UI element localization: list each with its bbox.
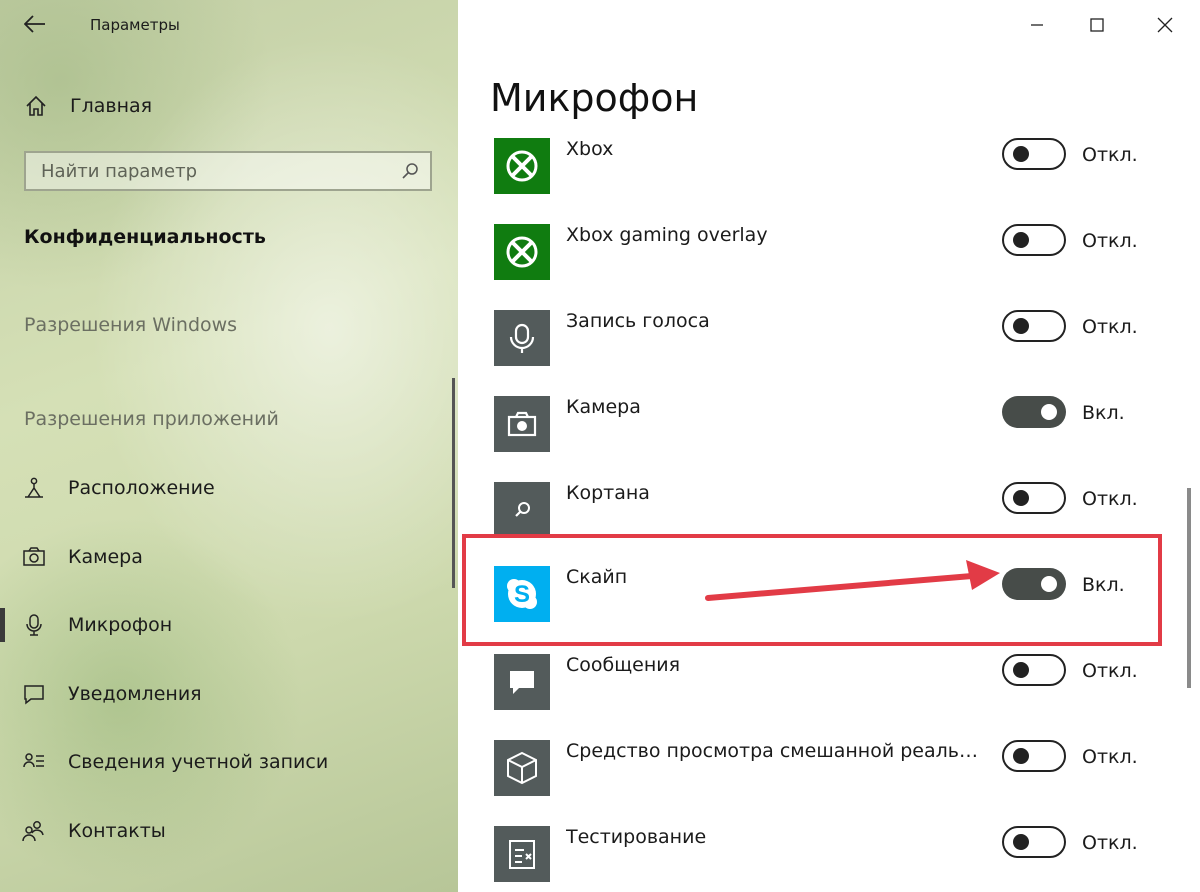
sidebar-item-location[interactable]: Расположение [0, 468, 440, 508]
account-info-icon [22, 750, 46, 774]
toggle-state-label: Откл. [1082, 488, 1138, 510]
sidebar: Параметры Главная Конфиденциальность Раз… [0, 0, 458, 892]
app-row-xbox: Xbox Откл. [458, 138, 1200, 224]
app-name: Сообщения [566, 654, 681, 676]
toggle-switch[interactable] [1002, 482, 1066, 514]
toggle-knob [1013, 834, 1029, 850]
testing-icon [494, 826, 550, 882]
sidebar-item-label: Расположение [68, 477, 215, 499]
toggle-knob [1013, 146, 1029, 162]
group-label-windows: Разрешения Windows [24, 314, 238, 336]
toggle-switch[interactable] [1002, 224, 1066, 256]
location-icon [22, 476, 46, 500]
search-input[interactable] [26, 159, 400, 183]
toggle-state-label: Вкл. [1082, 402, 1125, 424]
toggle-knob [1013, 232, 1029, 248]
app-name: Xbox [566, 138, 614, 160]
app-row-testing: Тестирование Откл. [458, 826, 1200, 892]
close-icon[interactable] [1130, 0, 1200, 50]
toggle-state-label: Откл. [1082, 144, 1138, 166]
cortana-icon [494, 482, 550, 538]
sidebar-item-label: Сведения учетной записи [68, 751, 329, 773]
nav-home-label: Главная [70, 95, 153, 117]
sidebar-item-label: Уведомления [68, 683, 202, 705]
skype-icon: S [494, 566, 550, 622]
home-icon [24, 94, 48, 118]
sidebar-item-label: Микрофон [68, 614, 173, 636]
app-name: Тестирование [566, 826, 707, 848]
app-name: Средство просмотра смешанной реальн... [566, 740, 986, 762]
toggle-switch[interactable] [1002, 396, 1066, 428]
maximize-icon[interactable] [1062, 0, 1132, 50]
notification-icon [22, 682, 46, 706]
app-name: Запись голоса [566, 310, 710, 332]
app-row-camera: Камера Вкл. [458, 396, 1200, 482]
sidebar-scrollbar[interactable] [452, 378, 455, 588]
toggle-switch[interactable] [1002, 138, 1066, 170]
toggle-state-label: Откл. [1082, 832, 1138, 854]
toggle-state-label: Откл. [1082, 230, 1138, 252]
toggle-state-label: Откл. [1082, 746, 1138, 768]
toggle-switch[interactable] [1002, 310, 1066, 342]
toggle-knob [1013, 490, 1029, 506]
mixed-reality-icon [494, 740, 550, 796]
toggle-state-label: Откл. [1082, 316, 1138, 338]
search-icon[interactable] [400, 161, 420, 181]
toggle-knob [1013, 662, 1029, 678]
toggle-state-label: Вкл. [1082, 574, 1125, 596]
main-scrollbar[interactable] [1187, 488, 1191, 688]
app-name: Xbox gaming overlay [566, 224, 768, 246]
app-row-skype: S Скайп Вкл. [458, 566, 1200, 652]
contacts-icon [22, 819, 46, 843]
sidebar-item-label: Камера [68, 546, 143, 568]
sidebar-item-notifications[interactable]: Уведомления [0, 674, 440, 714]
window-title: Параметры [90, 16, 180, 34]
toggle-knob [1041, 576, 1057, 592]
sidebar-item-account-info[interactable]: Сведения учетной записи [0, 742, 440, 782]
toggle-state-label: Откл. [1082, 660, 1138, 682]
app-name: Камера [566, 396, 641, 418]
section-title: Конфиденциальность [24, 226, 266, 248]
page-title: Микрофон [490, 76, 699, 120]
sidebar-item-microphone[interactable]: Микрофон [0, 605, 440, 645]
app-name: Скайп [566, 566, 628, 588]
app-row-xbox-gaming-overlay: Xbox gaming overlay Откл. [458, 224, 1200, 310]
toggle-switch[interactable] [1002, 654, 1066, 686]
group-label-apps: Разрешения приложений [24, 408, 279, 430]
svg-text:S: S [514, 581, 530, 608]
toggle-switch[interactable] [1002, 568, 1066, 600]
sidebar-item-contacts[interactable]: Контакты [0, 811, 440, 851]
microphone-icon [22, 613, 46, 637]
app-name: Кортана [566, 482, 650, 504]
xbox-icon [494, 224, 550, 280]
app-row-mixed-reality-viewer: Средство просмотра смешанной реальн... О… [458, 740, 1200, 826]
app-row-voice-recorder: Запись голоса Откл. [458, 310, 1200, 396]
xbox-icon [494, 138, 550, 194]
sidebar-item-label: Контакты [68, 820, 166, 842]
arrow-left-icon[interactable] [22, 12, 48, 36]
main-pane: Микрофон Xbox Откл. Xbox gaming overlay … [458, 0, 1200, 892]
sidebar-item-camera[interactable]: Камера [0, 537, 440, 577]
messaging-icon [494, 654, 550, 710]
camera-icon [22, 545, 46, 569]
toggle-knob [1013, 318, 1029, 334]
app-row-cortana: Кортана Откл. [458, 482, 1200, 568]
toggle-switch[interactable] [1002, 826, 1066, 858]
camera-app-icon [494, 396, 550, 452]
search-box [24, 151, 432, 191]
toggle-knob [1013, 748, 1029, 764]
voice-recorder-icon [494, 310, 550, 366]
nav-home[interactable]: Главная [24, 92, 152, 120]
toggle-switch[interactable] [1002, 740, 1066, 772]
app-row-messaging: Сообщения Откл. [458, 654, 1200, 740]
toggle-knob [1041, 404, 1057, 420]
